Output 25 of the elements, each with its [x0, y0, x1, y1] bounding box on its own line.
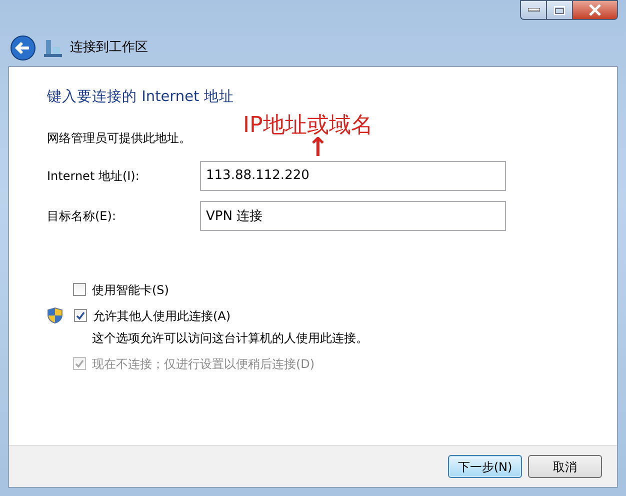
network-icon [44, 39, 62, 57]
instruction-text: 网络管理员可提供此地址。 [47, 130, 191, 147]
checkbox-label: 使用智能卡(S) [92, 282, 169, 299]
checkbox-label: 允许其他人使用此连接(A) [93, 308, 231, 325]
next-button[interactable]: 下一步(N) [448, 455, 522, 478]
page-heading: 键入要连接的 Internet 地址 [47, 88, 235, 107]
window-title: 连接到工作区 [70, 39, 148, 58]
text-field[interactable]: VPN 连接 [200, 200, 506, 231]
maximize-button[interactable] [546, 0, 572, 20]
field-label: Internet 地址(I): [47, 168, 140, 185]
back-button[interactable] [10, 35, 36, 61]
minimize-icon [528, 8, 540, 12]
field-label: 目标名称(E): [47, 208, 117, 225]
text-field[interactable]: 113.88.112.220 [200, 160, 506, 191]
annotation-arrow: ↑ [307, 135, 329, 161]
minimize-button[interactable] [520, 0, 546, 20]
checkbox[interactable] [74, 309, 87, 322]
cancel-button[interactable]: 取消 [528, 455, 602, 478]
checkbox[interactable] [73, 283, 86, 296]
option-description: 这个选项允许可以访问这台计算机的人使用此连接。 [91, 330, 369, 347]
annotation-text: IP地址或域名 [243, 112, 373, 138]
close-icon [588, 4, 602, 16]
checkbox-label: 现在不连接；仅进行设置以便稍后连接(D) [92, 356, 315, 373]
maximize-icon [554, 6, 565, 14]
close-button[interactable] [572, 0, 618, 20]
